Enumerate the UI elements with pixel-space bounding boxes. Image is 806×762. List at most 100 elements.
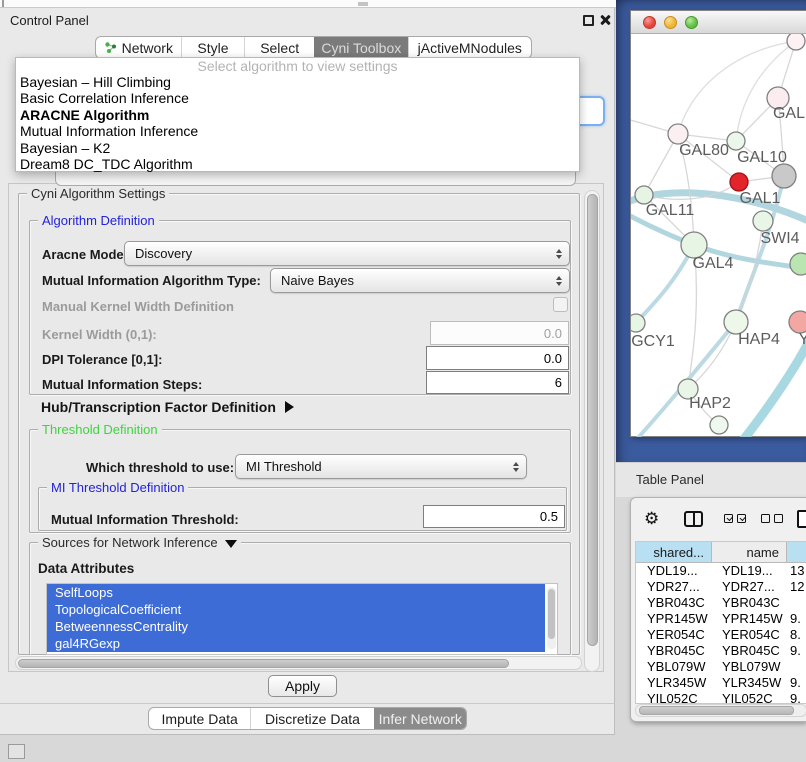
tab-impute-data[interactable]: Impute Data [149, 708, 250, 729]
node-label: Y [799, 331, 806, 348]
table-panel-header: Table Panel [616, 462, 806, 497]
select-all-icon[interactable] [724, 514, 746, 523]
horizontal-scrollbar[interactable] [15, 656, 582, 670]
data-attributes-list: SelfLoopsTopologicalCoefficientBetweenne… [46, 583, 558, 655]
algorithm-dropdown-popup: Select algorithm to view settings Bayesi… [15, 57, 580, 172]
divider [358, 2, 368, 6]
deselect-all-icon[interactable] [761, 514, 783, 523]
table-row[interactable]: YDR27...YDR27...12 [636, 579, 806, 595]
table-toolbar: ⚙ [631, 506, 806, 536]
network-node-swi4[interactable] [753, 211, 773, 231]
table-cell: YBR043C [636, 595, 712, 611]
network-node-gcy1[interactable] [631, 314, 645, 332]
vertical-scrollbar[interactable] [584, 190, 600, 672]
zoom-button[interactable] [685, 16, 698, 29]
close-icon[interactable] [599, 14, 611, 26]
column-header-name[interactable]: name [712, 542, 787, 563]
table-icon[interactable] [797, 510, 806, 528]
tab-jactivemnodules[interactable]: jActiveMNodules [408, 37, 531, 58]
which-threshold-combo[interactable]: MI Threshold [235, 454, 527, 479]
mi-threshold-field[interactable]: 0.5 [423, 505, 565, 528]
mi-steps-field[interactable]: 6 [426, 371, 569, 394]
aracne-mode-combo[interactable]: Discovery [124, 241, 570, 266]
algorithm-definition-group: Algorithm Definition Aracne Mode: Discov… [29, 220, 571, 395]
hub-definition-toggle[interactable]: Hub/Transcription Factor Definition [41, 399, 294, 415]
table-row[interactable]: YLR345WYLR345W9. [636, 675, 806, 691]
scrollbar-thumb[interactable] [548, 589, 555, 639]
tab-style[interactable]: Style [181, 37, 245, 58]
scrollbar-thumb[interactable] [587, 194, 598, 646]
table-row[interactable]: YDL19...YDL19...13 [636, 563, 806, 579]
close-button[interactable] [643, 16, 656, 29]
network-node[interactable] [787, 34, 805, 50]
apply-button[interactable]: Apply [268, 675, 337, 697]
table-row[interactable]: YBR043CYBR043C [636, 595, 806, 611]
hub-definition-label: Hub/Transcription Factor Definition [41, 399, 276, 415]
tab-discretize-data[interactable]: Discretize Data [250, 708, 373, 729]
algorithm-option[interactable]: Mutual Information Inference [16, 123, 579, 139]
tab-cyni-toolbox[interactable]: Cyni Toolbox [314, 37, 408, 58]
column-header-shared[interactable]: shared... [636, 542, 712, 563]
algorithm-option[interactable]: Bayesian – Hill Climbing [16, 74, 579, 90]
attribute-item[interactable]: SelfLoops [47, 584, 545, 601]
float-window-icon[interactable] [583, 15, 594, 26]
table-cell: 9. [787, 691, 806, 704]
table-row[interactable]: YBR045CYBR045C9. [636, 643, 806, 659]
aracne-mode-label: Aracne Mode: [42, 247, 128, 262]
mi-steps-label: Mutual Information Steps: [42, 377, 202, 392]
settings-gear-icon[interactable]: ⚙ [644, 508, 659, 530]
algorithm-option[interactable]: Basic Correlation Inference [16, 90, 579, 106]
table-cell: YDR27... [636, 579, 712, 595]
tab-label: Style [197, 40, 228, 56]
table-cell: YER054C [636, 627, 712, 643]
vertical-scrollbar[interactable] [547, 587, 556, 649]
table-row[interactable]: YBL079WYBL079W [636, 659, 806, 675]
algorithm-option[interactable]: ARACNE Algorithm [16, 107, 579, 123]
tab-infer-network[interactable]: Infer Network [374, 708, 466, 729]
network-node[interactable] [772, 164, 796, 188]
table-cell: YDR27... [712, 579, 787, 595]
kernel-width-field[interactable]: 0.0 [430, 321, 569, 345]
tab-select[interactable]: Select [244, 37, 314, 58]
network-node-gal1[interactable] [730, 173, 748, 191]
attribute-item[interactable]: BetweennessCentrality [47, 618, 545, 635]
table-row[interactable]: YER054CYER054C8. [636, 627, 806, 643]
table-row[interactable]: YIL052CYIL052C9. [636, 691, 806, 704]
mi-algorithm-type-combo[interactable]: Naive Bayes [270, 268, 570, 293]
attribute-item[interactable]: gal4RGexp [47, 635, 545, 652]
minimize-button[interactable] [664, 16, 677, 29]
bottom-tab-bar: Impute DataDiscretize DataInfer Network [148, 707, 467, 730]
tab-network[interactable]: Network [96, 37, 181, 58]
control-panel-window: Control Panel NetworkStyleSelectCyni Too… [0, 8, 615, 735]
network-node-gal10[interactable] [727, 132, 745, 150]
table-cell: YLR345W [712, 675, 787, 691]
algorithm-option[interactable]: Dream8 DC_TDC Algorithm [16, 156, 579, 172]
scrollbar-thumb[interactable] [639, 706, 794, 715]
column-layout-icon[interactable] [684, 511, 703, 527]
spinner-arrows-icon [556, 276, 565, 286]
node-label: GAL4 [693, 255, 734, 272]
attribute-item[interactable]: TopologicalCoefficient [47, 601, 545, 618]
table-cell: 12 [787, 579, 806, 595]
node-label: GCY1 [631, 333, 675, 350]
table-row[interactable]: YPR145WYPR145W9. [636, 611, 806, 627]
mi-threshold-definition-group: MI Threshold Definition Mutual Informati… [38, 487, 567, 531]
kernel-width-label: Kernel Width (0,1): [42, 327, 157, 342]
manual-kernel-checkbox[interactable] [553, 297, 568, 312]
horizontal-scrollbar[interactable] [635, 704, 806, 717]
tab-label: Network [122, 40, 173, 56]
algorithm-option[interactable]: Bayesian – K2 [16, 140, 579, 156]
network-node[interactable] [790, 253, 806, 275]
network-node[interactable] [710, 416, 728, 434]
network-node-gal80[interactable] [668, 124, 688, 144]
network-node-y[interactable] [789, 311, 806, 333]
minimized-panel-icon[interactable] [8, 744, 25, 759]
network-window-titlebar[interactable] [631, 11, 806, 34]
table-cell: 8. [787, 627, 806, 643]
scrollbar-thumb[interactable] [18, 659, 509, 668]
column-header-a[interactable]: A [787, 542, 806, 563]
table-cell: YPR145W [636, 611, 712, 627]
network-canvas[interactable]: GALGAL80GAL10GAL1GAL11SWI4GAL4GCY1HAP4YH… [631, 34, 806, 437]
dpi-tolerance-field[interactable]: 0.0 [426, 346, 569, 370]
tab-label: jActiveMNodules [418, 40, 522, 56]
